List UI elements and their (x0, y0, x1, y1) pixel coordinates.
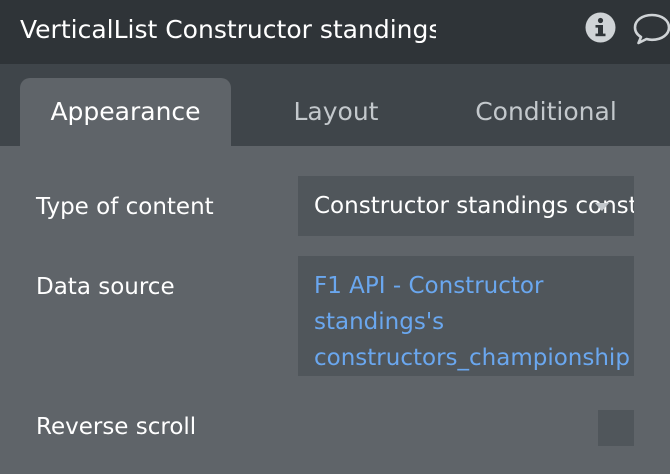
tab-bar: Appearance Layout Conditional (0, 64, 670, 146)
tab-conditional[interactable]: Conditional (446, 78, 646, 146)
data-source-expression-line[interactable]: F1 API - Constructor (314, 269, 543, 303)
reverse-scroll-label: Reverse scroll (36, 414, 197, 440)
type-of-content-value: Constructor standings constructor (314, 193, 634, 219)
type-of-content-dropdown[interactable]: Constructor standings constructor (298, 176, 634, 236)
data-source-field[interactable]: F1 API - Constructor standings's constru… (298, 256, 634, 376)
data-source-expression-line[interactable]: constructors_championship (314, 341, 630, 375)
reverse-scroll-checkbox[interactable] (598, 410, 634, 446)
info-icon[interactable] (585, 12, 616, 43)
comment-icon[interactable] (632, 12, 670, 46)
tab-layout[interactable]: Layout (246, 78, 426, 146)
tab-appearance[interactable]: Appearance (20, 78, 231, 146)
data-source-expression-line[interactable]: standings's (314, 305, 444, 339)
element-title[interactable]: VerticalList Constructor standings (20, 10, 436, 50)
title-bar: VerticalList Constructor standings (0, 0, 670, 64)
type-of-content-label: Type of content (36, 194, 214, 220)
chevron-down-icon (595, 203, 609, 211)
data-source-label: Data source (36, 274, 175, 300)
property-editor-panel: VerticalList Constructor standings Appea… (0, 0, 670, 474)
